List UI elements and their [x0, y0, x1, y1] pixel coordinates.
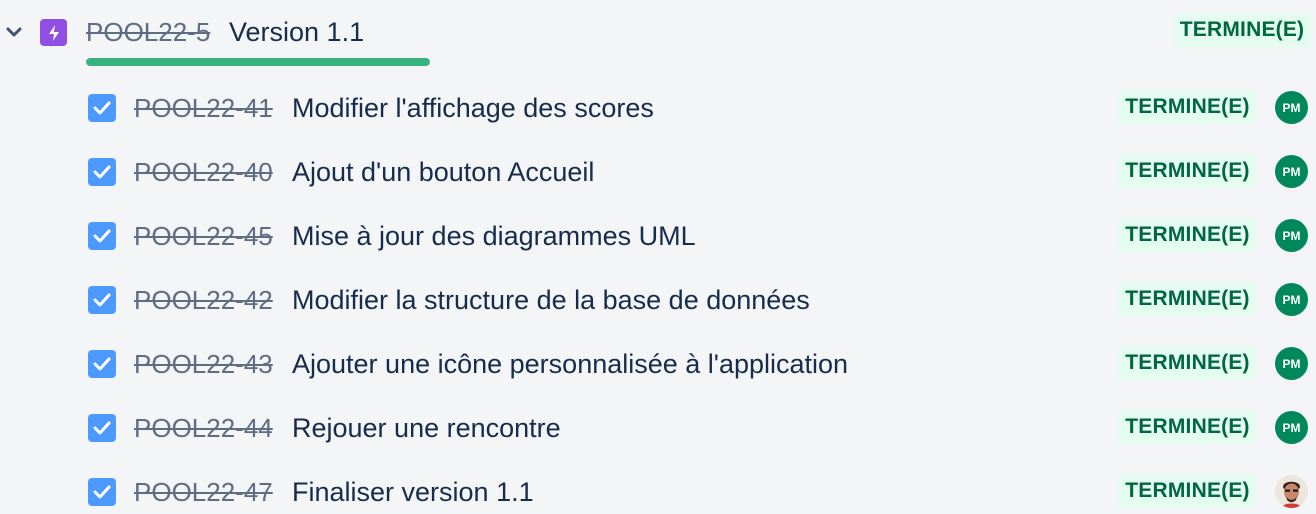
- epic-key-link[interactable]: POOL22-5: [86, 15, 210, 49]
- epic-progress-bar: [86, 58, 430, 66]
- assignee-avatar[interactable]: PM: [1275, 219, 1308, 252]
- issue-status-lozenge[interactable]: TERMINE(E): [1119, 218, 1256, 252]
- issue-summary[interactable]: Modifier l'affichage des scores: [292, 91, 654, 125]
- assignee-avatar[interactable]: PM: [1275, 411, 1308, 444]
- child-issue-row[interactable]: POOL22-47 Finaliser version 1.1 TERMINE(…: [0, 459, 1316, 514]
- task-checkbox-icon: [88, 286, 116, 314]
- issue-key-link[interactable]: POOL22-45: [134, 219, 273, 253]
- issue-status-lozenge[interactable]: TERMINE(E): [1119, 346, 1256, 380]
- assignee-avatar[interactable]: PM: [1275, 283, 1308, 316]
- issue-status-lozenge[interactable]: TERMINE(E): [1119, 90, 1256, 124]
- epic-status-lozenge[interactable]: TERMINE(E): [1174, 13, 1310, 47]
- issue-key-link[interactable]: POOL22-43: [134, 347, 273, 381]
- assignee-avatar[interactable]: PM: [1275, 91, 1308, 124]
- task-checkbox-icon: [88, 350, 116, 378]
- epic-row[interactable]: POOL22-5 Version 1.1 TERMINE(E): [0, 0, 1316, 66]
- epic-title: Version 1.1: [229, 17, 365, 47]
- issue-summary[interactable]: Rejouer une rencontre: [292, 411, 561, 445]
- child-issue-list: POOL22-41 Modifier l'affichage des score…: [0, 75, 1316, 514]
- issue-key-link[interactable]: POOL22-40: [134, 155, 273, 189]
- issue-key-link[interactable]: POOL22-44: [134, 411, 273, 445]
- task-checkbox-icon: [88, 478, 116, 506]
- task-checkbox-icon: [88, 414, 116, 442]
- child-issue-row[interactable]: POOL22-45 Mise à jour des diagrammes UML…: [0, 203, 1316, 267]
- epic-lightning-icon: [40, 19, 67, 46]
- issue-summary[interactable]: Ajout d'un bouton Accueil: [292, 155, 594, 189]
- epic-progress-fill: [86, 58, 430, 66]
- backlog-epic-group: POOL22-5 Version 1.1 TERMINE(E) POOL22-4…: [0, 0, 1316, 514]
- task-checkbox-icon: [88, 94, 116, 122]
- task-checkbox-icon: [88, 158, 116, 186]
- child-issue-row[interactable]: POOL22-41 Modifier l'affichage des score…: [0, 75, 1316, 139]
- issue-summary[interactable]: Finaliser version 1.1: [292, 475, 534, 509]
- child-issue-row[interactable]: POOL22-42 Modifier la structure de la ba…: [0, 267, 1316, 331]
- issue-summary[interactable]: Modifier la structure de la base de donn…: [292, 283, 810, 317]
- chevron-down-icon[interactable]: [4, 22, 24, 42]
- task-checkbox-icon: [88, 222, 116, 250]
- assignee-avatar[interactable]: PM: [1275, 155, 1308, 188]
- assignee-avatar[interactable]: PM: [1275, 347, 1308, 380]
- issue-summary[interactable]: Ajouter une icône personnalisée à l'appl…: [292, 347, 848, 381]
- issue-key-link[interactable]: POOL22-42: [134, 283, 273, 317]
- issue-summary[interactable]: Mise à jour des diagrammes UML: [292, 219, 696, 253]
- issue-status-lozenge[interactable]: TERMINE(E): [1119, 474, 1256, 508]
- issue-key-link[interactable]: POOL22-41: [134, 91, 273, 125]
- issue-key-link[interactable]: POOL22-47: [134, 475, 273, 509]
- issue-status-lozenge[interactable]: TERMINE(E): [1119, 410, 1256, 444]
- child-issue-row[interactable]: POOL22-40 Ajout d'un bouton Accueil TERM…: [0, 139, 1316, 203]
- child-issue-row[interactable]: POOL22-44 Rejouer une rencontre TERMINE(…: [0, 395, 1316, 459]
- issue-status-lozenge[interactable]: TERMINE(E): [1119, 154, 1256, 188]
- assignee-avatar-photo[interactable]: [1275, 475, 1308, 508]
- child-issue-row[interactable]: POOL22-43 Ajouter une icône personnalisé…: [0, 331, 1316, 395]
- issue-status-lozenge[interactable]: TERMINE(E): [1119, 282, 1256, 316]
